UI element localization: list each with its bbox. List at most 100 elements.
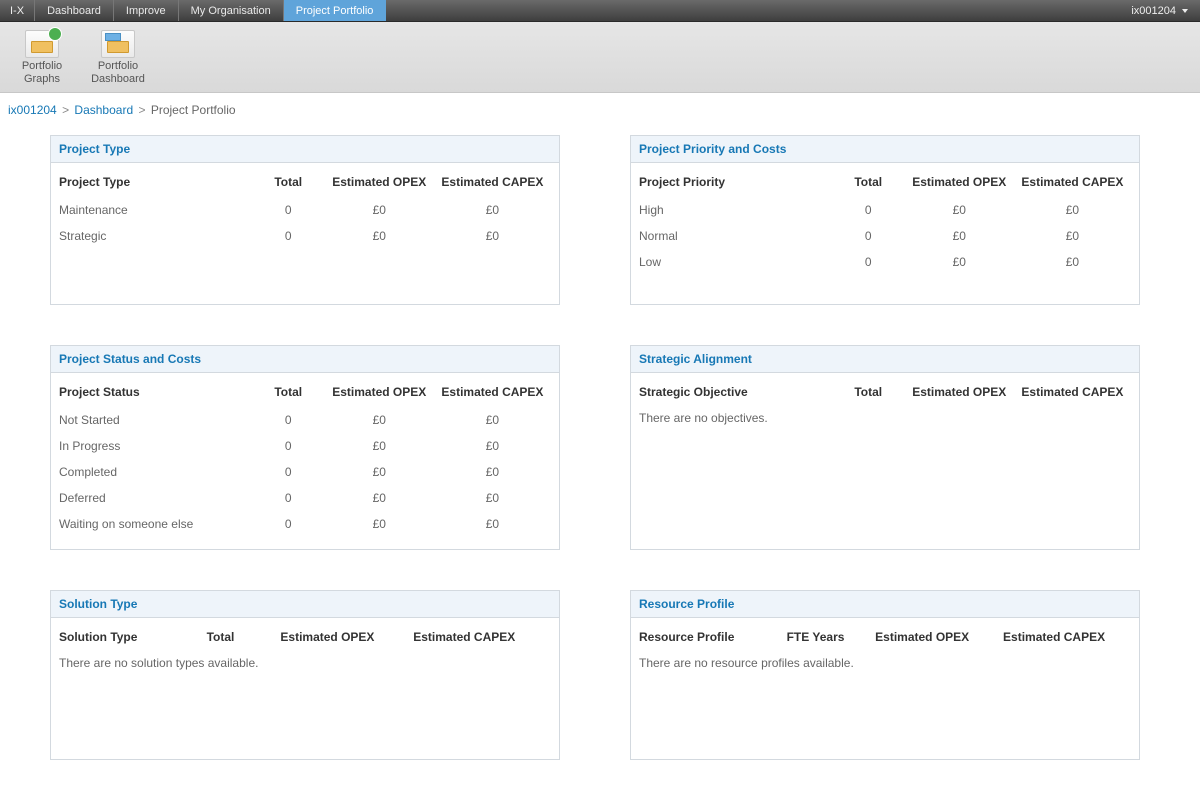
col-header: Estimated CAPEX [438,169,551,197]
cell-opex: £0 [325,433,438,459]
breadcrumb: ix001204 > Dashboard > Project Portfolio [0,93,1200,125]
user-menu[interactable]: ix001204 [1119,0,1200,21]
col-header: Estimated CAPEX [413,624,551,652]
cell-name: Not Started [59,407,256,433]
col-header: Estimated OPEX [325,169,438,197]
ribbon-label: Portfolio [88,60,148,73]
portfolio-dashboard-button[interactable]: Portfolio Dashboard [88,30,148,86]
empty-message: There are no solution types available. [59,652,551,670]
col-header: Total [207,624,281,652]
dashboard-icon [101,30,135,58]
col-header: Solution Type [59,624,207,652]
cell-capex: £0 [438,511,551,537]
cell-capex: £0 [438,433,551,459]
cell-total: 0 [256,485,325,511]
panel-strategic-alignment: Strategic Alignment Strategic Objective … [630,345,1140,550]
top-nav: I-X Dashboard Improve My Organisation Pr… [0,0,1200,22]
cell-opex: £0 [325,511,438,537]
col-header: Estimated OPEX [325,379,438,407]
cell-total: 0 [836,223,905,249]
user-label: ix001204 [1131,5,1176,17]
cell-total: 0 [256,223,325,249]
cell-capex: £0 [1018,223,1131,249]
tab-project-portfolio[interactable]: Project Portfolio [284,0,387,21]
cell-capex: £0 [1018,249,1131,275]
cell-opex: £0 [325,223,438,249]
cell-opex: £0 [905,223,1018,249]
table-row: Low0£0£0 [639,249,1131,275]
panels-grid: Project Type Project Type Total Estimate… [0,125,1200,800]
cell-name: Strategic [59,223,256,249]
col-header: Strategic Objective [639,379,836,407]
col-header: Estimated OPEX [905,379,1018,407]
ribbon-label: Graphs [12,73,72,86]
cell-opex: £0 [325,197,438,223]
cell-opex: £0 [905,197,1018,223]
breadcrumb-parent[interactable]: Dashboard [74,103,133,117]
panel-title: Solution Type [51,591,559,618]
col-header: Total [836,169,905,197]
solution-type-table: Solution Type Total Estimated OPEX Estim… [59,624,551,652]
col-header: Estimated CAPEX [1018,379,1131,407]
cell-total: 0 [256,459,325,485]
cell-capex: £0 [438,197,551,223]
chevron-down-icon [1182,9,1188,13]
col-header: Estimated CAPEX [1018,169,1131,197]
breadcrumb-current: Project Portfolio [151,103,236,117]
breadcrumb-root[interactable]: ix001204 [8,103,57,117]
cell-name: Deferred [59,485,256,511]
table-row: Normal0£0£0 [639,223,1131,249]
cell-opex: £0 [325,485,438,511]
table-row: Not Started0£0£0 [59,407,551,433]
panel-project-status: Project Status and Costs Project Status … [50,345,560,550]
table-row: Deferred0£0£0 [59,485,551,511]
project-priority-table: Project Priority Total Estimated OPEX Es… [639,169,1131,275]
col-header: Total [256,379,325,407]
cell-name: Maintenance [59,197,256,223]
cell-total: 0 [256,433,325,459]
col-header: FTE Years [787,624,876,652]
cell-name: Normal [639,223,836,249]
table-row: Strategic0£0£0 [59,223,551,249]
panel-title: Project Priority and Costs [631,136,1139,163]
col-header: Estimated OPEX [875,624,1003,652]
col-header: Project Status [59,379,256,407]
cell-capex: £0 [438,485,551,511]
panel-title: Resource Profile [631,591,1139,618]
graphs-icon [25,30,59,58]
portfolio-graphs-button[interactable]: Portfolio Graphs [12,30,72,86]
cell-name: Waiting on someone else [59,511,256,537]
col-header: Project Priority [639,169,836,197]
cell-opex: £0 [325,407,438,433]
table-row: Waiting on someone else0£0£0 [59,511,551,537]
ribbon-toolbar: Portfolio Graphs Portfolio Dashboard [0,22,1200,93]
col-header: Estimated CAPEX [1003,624,1131,652]
panel-title: Project Type [51,136,559,163]
cell-capex: £0 [438,459,551,485]
tab-my-organisation[interactable]: My Organisation [179,0,284,21]
panel-resource-profile: Resource Profile Resource Profile FTE Ye… [630,590,1140,760]
ribbon-label: Portfolio [12,60,72,73]
empty-message: There are no objectives. [639,407,1131,425]
panel-title: Strategic Alignment [631,346,1139,373]
cell-capex: £0 [1018,197,1131,223]
col-header: Estimated OPEX [280,624,413,652]
cell-total: 0 [256,197,325,223]
project-status-table: Project Status Total Estimated OPEX Esti… [59,379,551,537]
col-header: Resource Profile [639,624,787,652]
panel-title: Project Status and Costs [51,346,559,373]
cell-opex: £0 [905,249,1018,275]
ribbon-label: Dashboard [88,73,148,86]
cell-name: High [639,197,836,223]
table-row: Completed0£0£0 [59,459,551,485]
tab-improve[interactable]: Improve [114,0,179,21]
cell-name: Low [639,249,836,275]
col-header: Estimated CAPEX [438,379,551,407]
project-type-table: Project Type Total Estimated OPEX Estima… [59,169,551,249]
col-header: Total [836,379,905,407]
cell-name: In Progress [59,433,256,459]
cell-total: 0 [256,407,325,433]
tab-dashboard[interactable]: Dashboard [35,0,114,21]
empty-message: There are no resource profiles available… [639,652,1131,670]
cell-capex: £0 [438,223,551,249]
